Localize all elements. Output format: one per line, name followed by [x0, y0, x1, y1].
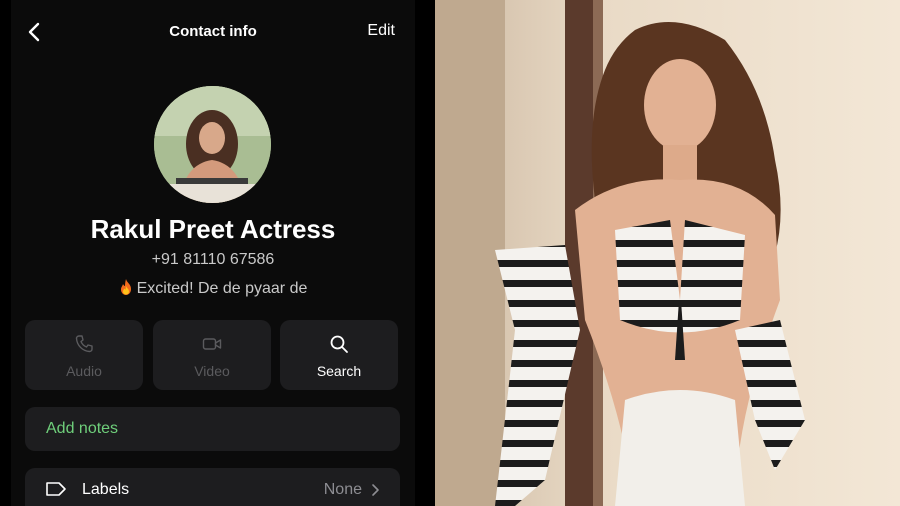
search-button[interactable]: Search — [280, 320, 398, 390]
video-label: Video — [194, 363, 230, 379]
avatar[interactable] — [154, 86, 271, 203]
add-notes-label: Add notes — [46, 420, 119, 437]
fire-icon — [120, 279, 131, 295]
portrait-photo — [435, 0, 900, 506]
label-tag-icon — [46, 482, 66, 496]
contact-status: Excited! De de pyaar de — [11, 279, 415, 298]
search-icon — [330, 335, 348, 353]
labels-label: Labels — [82, 481, 130, 498]
contact-name: Rakul Preet Actress — [90, 214, 336, 244]
contact-info-screen: Contact info Edit Rakul Preet Actress +9… — [11, 0, 415, 506]
portrait-image — [435, 0, 900, 506]
nav-header: Contact info Edit — [11, 0, 415, 64]
page-title: Contact info — [169, 23, 257, 40]
video-call-button[interactable]: Video — [153, 320, 271, 390]
labels-value: None — [323, 481, 362, 498]
video-icon — [202, 338, 222, 350]
add-notes-button[interactable]: Add notes — [25, 407, 400, 451]
labels-row[interactable]: Labels None — [25, 468, 400, 506]
phone-icon — [75, 335, 93, 353]
search-label: Search — [316, 363, 362, 379]
edit-button[interactable]: Edit — [367, 22, 395, 40]
audio-label: Audio — [66, 363, 102, 379]
chevron-right-icon — [372, 484, 379, 496]
divider — [415, 0, 435, 506]
contact-phone: +91 81110 67586 — [151, 251, 275, 268]
audio-call-button[interactable]: Audio — [25, 320, 143, 390]
avatar-photo — [154, 86, 271, 203]
status-text: Excited! De de pyaar de — [136, 280, 308, 297]
